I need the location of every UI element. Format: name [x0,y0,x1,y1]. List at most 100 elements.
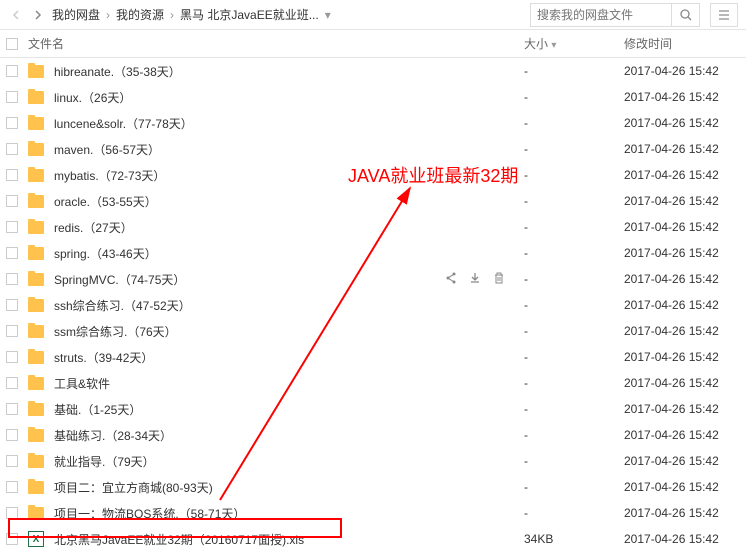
search-input[interactable] [531,8,671,22]
file-name-label: 工具&软件 [54,375,110,392]
file-row[interactable]: maven.（56-57天）-2017-04-26 15:42 [0,136,746,162]
column-date[interactable]: 修改时间 [616,35,746,52]
file-name-cell[interactable]: struts.（39-42天） [24,349,516,366]
file-name-label: 项目二：宜立方商城(80-93天) [54,479,213,496]
file-name-cell[interactable]: 项目二：宜立方商城(80-93天) [24,479,516,496]
folder-icon [28,481,44,494]
row-checkbox[interactable] [0,377,24,389]
file-row[interactable]: 工具&软件 -2017-04-26 15:42 [0,370,746,396]
row-checkbox[interactable] [0,533,24,545]
file-name-cell[interactable]: linux.（26天） [24,89,516,106]
file-name-cell[interactable]: SpringMVC.（74-75天） [24,271,516,288]
file-name-cell[interactable]: oracle.（53-55天） [24,193,516,210]
file-row[interactable]: oracle.（53-55天）-2017-04-26 15:42 [0,188,746,214]
row-checkbox[interactable] [0,403,24,415]
row-checkbox[interactable] [0,65,24,77]
breadcrumb: 我的网盘 › 我的资源 › 黑马 北京JavaEE就业班... ▾ [0,0,746,30]
row-checkbox[interactable] [0,429,24,441]
file-name-label: redis.（27天） [54,219,133,236]
breadcrumb-item[interactable]: 我的资源 [116,6,164,23]
file-name-cell[interactable]: ssh综合练习.（47-52天） [24,297,516,314]
file-name-label: 北京黑马JavaEE就业32期（20160717面授).xls [54,531,304,548]
file-row[interactable]: SpringMVC.（74-75天）-2017-04-26 15:42 [0,266,746,292]
file-row[interactable]: 项目一：物流BOS系统.（58-71天）-2017-04-26 15:42 [0,500,746,526]
share-icon[interactable] [444,271,458,288]
row-checkbox[interactable] [0,169,24,181]
folder-icon [28,455,44,468]
row-checkbox[interactable] [0,117,24,129]
row-checkbox[interactable] [0,507,24,519]
file-row[interactable]: linux.（26天）-2017-04-26 15:42 [0,84,746,110]
file-row[interactable]: 北京黑马JavaEE就业32期（20160717面授).xls34KB2017-… [0,526,746,552]
file-row[interactable]: ssm综合练习.（76天）-2017-04-26 15:42 [0,318,746,344]
file-list: hibreanate.（35-38天）-2017-04-26 15:42linu… [0,58,746,552]
file-date-cell: 2017-04-26 15:42 [616,350,746,364]
file-name-cell[interactable]: 工具&软件 [24,375,516,392]
row-checkbox[interactable] [0,143,24,155]
row-checkbox[interactable] [0,247,24,259]
select-all-checkbox[interactable] [0,38,24,50]
file-name-cell[interactable]: 就业指导.（79天） [24,453,516,470]
file-size-cell: - [516,220,616,234]
file-name-cell[interactable]: 基础练习.（28-34天） [24,427,516,444]
file-row[interactable]: 基础练习.（28-34天）-2017-04-26 15:42 [0,422,746,448]
file-date-cell: 2017-04-26 15:42 [616,246,746,260]
file-name-cell[interactable]: 北京黑马JavaEE就业32期（20160717面授).xls [24,531,516,548]
file-row[interactable]: 就业指导.（79天）-2017-04-26 15:42 [0,448,746,474]
breadcrumb-item[interactable]: 黑马 北京JavaEE就业班... [180,6,319,23]
file-size-cell: - [516,350,616,364]
file-name-cell[interactable]: 项目一：物流BOS系统.（58-71天） [24,505,516,522]
file-row[interactable]: 基础.（1-25天）-2017-04-26 15:42 [0,396,746,422]
file-name-cell[interactable]: luncene&solr.（77-78天） [24,115,516,132]
column-size[interactable]: 大小 ▾ [516,35,616,52]
search-button[interactable] [671,3,699,27]
file-row[interactable]: luncene&solr.（77-78天）-2017-04-26 15:42 [0,110,746,136]
row-checkbox[interactable] [0,455,24,467]
file-name-cell[interactable]: ssm综合练习.（76天） [24,323,516,340]
nav-forward-button[interactable] [30,7,46,23]
file-row[interactable]: spring.（43-46天）-2017-04-26 15:42 [0,240,746,266]
row-checkbox[interactable] [0,221,24,233]
breadcrumb-item[interactable]: 我的网盘 [52,6,100,23]
file-row[interactable]: ssh综合练习.（47-52天）-2017-04-26 15:42 [0,292,746,318]
file-size-cell: - [516,90,616,104]
file-size-cell: - [516,376,616,390]
row-checkbox[interactable] [0,325,24,337]
file-size-cell: - [516,480,616,494]
download-icon[interactable] [468,271,482,288]
file-name-label: 基础练习.（28-34天） [54,427,172,444]
folder-icon [28,117,44,130]
file-row[interactable]: struts.（39-42天）-2017-04-26 15:42 [0,344,746,370]
file-name-cell[interactable]: 基础.（1-25天） [24,401,516,418]
file-name-label: mybatis.（72-73天） [54,167,165,184]
file-date-cell: 2017-04-26 15:42 [616,506,746,520]
column-name[interactable]: 文件名 [24,35,516,52]
row-checkbox[interactable] [0,273,24,285]
file-row[interactable]: hibreanate.（35-38天）-2017-04-26 15:42 [0,58,746,84]
file-size-cell: - [516,246,616,260]
row-checkbox[interactable] [0,481,24,493]
file-name-label: ssm综合练习.（76天） [54,323,177,340]
file-row[interactable]: 项目二：宜立方商城(80-93天)-2017-04-26 15:42 [0,474,746,500]
folder-icon [28,221,44,234]
chevron-down-icon[interactable]: ▾ [325,8,331,22]
list-view-button[interactable] [710,3,738,27]
nav-back-button[interactable] [8,7,24,23]
folder-icon [28,507,44,520]
row-checkbox[interactable] [0,195,24,207]
file-name-cell[interactable]: spring.（43-46天） [24,245,516,262]
row-checkbox[interactable] [0,91,24,103]
row-checkbox[interactable] [0,351,24,363]
folder-icon [28,377,44,390]
file-name-cell[interactable]: mybatis.（72-73天） [24,167,516,184]
delete-icon[interactable] [492,271,506,288]
file-name-cell[interactable]: hibreanate.（35-38天） [24,63,516,80]
file-row[interactable]: mybatis.（72-73天）-2017-04-26 15:42 [0,162,746,188]
file-date-cell: 2017-04-26 15:42 [616,90,746,104]
file-name-cell[interactable]: maven.（56-57天） [24,141,516,158]
file-name-cell[interactable]: redis.（27天） [24,219,516,236]
file-size-cell: - [516,168,616,182]
file-row[interactable]: redis.（27天）-2017-04-26 15:42 [0,214,746,240]
row-checkbox[interactable] [0,299,24,311]
file-date-cell: 2017-04-26 15:42 [616,376,746,390]
